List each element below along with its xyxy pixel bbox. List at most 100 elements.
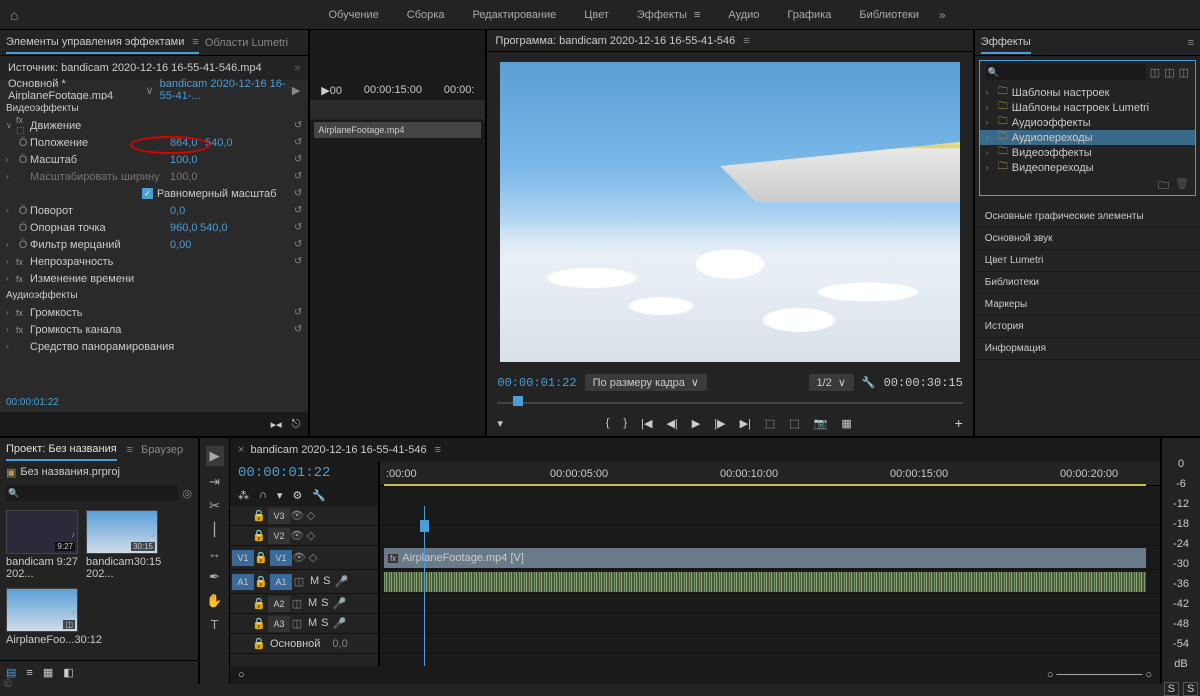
timeline-timecode[interactable]: 00:00:01:22 — [230, 462, 378, 484]
timeline-ruler[interactable]: :00:00 00:00:05:00 00:00:10:00 00:00:15:… — [380, 462, 1160, 486]
track-a1[interactable]: A1 — [270, 574, 292, 590]
tree-audio-effects[interactable]: Аудиоэффекты — [1012, 117, 1091, 129]
tree-presets[interactable]: Шаблоны настроек — [1012, 87, 1110, 99]
tab-project[interactable]: Проект: Без названия — [6, 439, 117, 461]
bin-item[interactable]: ♪◫AirplaneFoo...30:12 — [6, 588, 78, 646]
delete-icon[interactable]: 🗑 — [1175, 177, 1189, 195]
tab-info[interactable]: Информация — [975, 338, 1200, 360]
marker-icon[interactable]: ▾ — [497, 417, 503, 430]
anchor-y-value[interactable]: 540,0 — [200, 222, 228, 234]
step-back-icon[interactable]: ◀| — [666, 417, 677, 430]
toggle-track-icon[interactable]: 👁 — [290, 509, 304, 522]
lift-icon[interactable]: ⬚ — [765, 417, 775, 430]
reset-icon[interactable]: ↺ — [294, 120, 302, 131]
lock-icon[interactable]: 🔒 — [252, 529, 266, 542]
bin-item[interactable]: ♪30:15bandicam 202...30:15 — [86, 510, 158, 580]
tab-essential-graphics[interactable]: Основные графические элементы — [975, 206, 1200, 228]
track-a2[interactable]: A2 — [268, 596, 290, 612]
settings-icon[interactable]: 🔧 — [862, 376, 876, 389]
effect-timeremap[interactable]: Изменение времени — [30, 273, 134, 285]
master-track[interactable]: Основной — [270, 638, 320, 650]
prop-anchor[interactable]: Опорная точка — [30, 222, 106, 234]
reset-icon[interactable]: ↺ — [294, 324, 302, 335]
menu-color[interactable]: Цвет — [584, 9, 609, 21]
preset-icon[interactable]: ◫ — [1179, 66, 1189, 79]
reset-icon[interactable]: ↺ — [294, 188, 302, 199]
prop-flicker[interactable]: Фильтр мерцаний — [30, 239, 121, 251]
sort-icon[interactable]: ◧ — [63, 666, 73, 679]
preview-viewport[interactable] — [500, 62, 960, 362]
menu-effects[interactable]: Эффекты ≡ — [637, 9, 701, 21]
prop-rotation[interactable]: Поворот — [30, 205, 73, 217]
reset-icon[interactable]: ↺ — [294, 256, 302, 267]
mark-in-icon[interactable]: { — [606, 417, 610, 429]
snap-icon[interactable]: ⁂ — [238, 489, 249, 502]
menu-audio[interactable]: Аудио — [728, 9, 759, 21]
reset-icon[interactable]: ↺ — [294, 307, 302, 318]
sequence-clip-link[interactable]: bandicam 2020-12-16 16-55-41-... — [160, 78, 292, 102]
video-clip[interactable]: fxAirplaneFootage.mp4 [V] — [384, 548, 1146, 568]
prop-scale[interactable]: Масштаб — [30, 154, 77, 166]
linked-selection-icon[interactable]: ∩ — [259, 489, 267, 501]
toggle-track-icon[interactable]: 👁 — [292, 551, 306, 564]
menu-overflow-icon[interactable]: » — [939, 8, 946, 22]
reset-icon[interactable]: ↺ — [294, 137, 302, 148]
scale-value[interactable]: 100,0 — [170, 154, 198, 166]
mark-out-icon[interactable]: } — [623, 417, 627, 429]
collapse-icon[interactable]: ∨ — [6, 121, 16, 130]
program-timecode[interactable]: 00:00:01:22 — [497, 376, 576, 390]
tab-effects-panel[interactable]: Эффекты — [981, 32, 1031, 54]
play-icon[interactable]: ▶ — [692, 417, 700, 430]
playhead-line[interactable] — [424, 506, 425, 666]
resolution-dropdown[interactable]: 1/2∨ — [809, 374, 854, 391]
audio-clip[interactable] — [384, 572, 1146, 592]
lock-icon[interactable]: 🔒 — [252, 509, 266, 522]
menu-learn[interactable]: Обучение — [328, 9, 378, 21]
tree-video-effects[interactable]: Видеоэффекты — [1012, 147, 1092, 159]
tab-libraries[interactable]: Библиотеки — [975, 272, 1200, 294]
project-view-icon[interactable]: ◎ — [182, 487, 192, 500]
type-tool-icon[interactable]: T — [211, 617, 219, 632]
wrench-icon[interactable]: 🔧 — [312, 489, 326, 502]
marker-icon[interactable]: ▾ — [277, 489, 283, 502]
preset-icon[interactable]: ◫ — [1164, 66, 1174, 79]
rotation-value[interactable]: 0,0 — [170, 205, 185, 217]
source-v1[interactable]: V1 — [232, 550, 254, 566]
settings-icon[interactable]: ⚙ — [292, 489, 302, 502]
tab-lumetri-scopes[interactable]: Области Lumetri — [205, 37, 288, 49]
prop-position[interactable]: Положение — [30, 137, 88, 149]
selection-tool-icon[interactable]: ▶ — [206, 446, 224, 466]
menu-assembly[interactable]: Сборка — [407, 9, 445, 21]
menu-graphics[interactable]: Графика — [787, 9, 831, 21]
program-scrubber[interactable] — [487, 394, 972, 411]
razor-tool-icon[interactable]: ⎮ — [211, 522, 218, 538]
icon-view-icon[interactable]: ≡ — [26, 667, 32, 679]
bin-item[interactable]: ♪9:27bandicam 202...9:27 — [6, 510, 78, 580]
extract-icon[interactable]: ⬚ — [789, 417, 799, 430]
effects-search-input[interactable] — [986, 64, 1146, 80]
timeline-options-icon[interactable]: ○ — [238, 669, 245, 681]
lock-icon[interactable]: 🔒 — [252, 637, 266, 650]
track-v1[interactable]: V1 — [270, 550, 292, 566]
track-a3[interactable]: A3 — [268, 616, 290, 632]
home-icon[interactable]: ⌂ — [10, 7, 18, 23]
reset-icon[interactable]: ↺ — [294, 222, 302, 233]
freeform-view-icon[interactable]: ▦ — [43, 666, 53, 679]
anchor-x-value[interactable]: 960,0 — [170, 222, 198, 234]
position-y-value[interactable]: 540,0 — [205, 137, 233, 149]
source-a1[interactable]: A1 — [232, 574, 254, 590]
lock-icon[interactable]: 🔒 — [254, 551, 268, 564]
preset-icon[interactable]: ◫ — [1150, 66, 1160, 79]
reset-icon[interactable]: ↺ — [294, 205, 302, 216]
lock-icon[interactable]: 🔒 — [252, 597, 266, 610]
mini-clip[interactable]: AirplaneFootage.mp4 — [314, 122, 481, 138]
position-x-value[interactable]: 864,0 — [170, 137, 198, 149]
hand-tool-icon[interactable]: ✋ — [206, 593, 222, 609]
compare-icon[interactable]: ▦ — [841, 417, 851, 430]
tab-markers[interactable]: Маркеры — [975, 294, 1200, 316]
go-in-icon[interactable]: |◀ — [641, 417, 652, 430]
project-search-input[interactable] — [6, 485, 178, 501]
button-editor-icon[interactable]: + — [955, 415, 963, 431]
loop-icon[interactable]: ▸◂ — [271, 418, 282, 431]
flicker-value[interactable]: 0,00 — [170, 239, 191, 251]
